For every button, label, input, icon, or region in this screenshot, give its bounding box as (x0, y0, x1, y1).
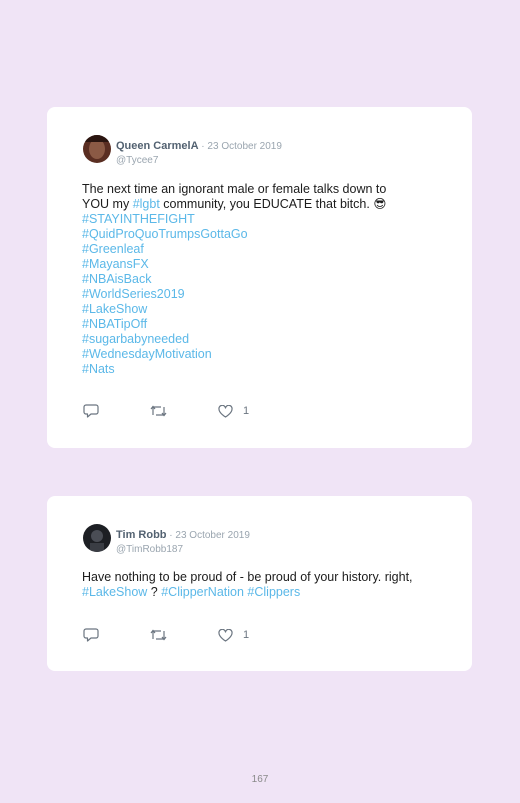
reply-button[interactable] (83, 627, 99, 643)
retweet-button[interactable] (150, 627, 167, 643)
hashtag-link[interactable]: #NBAisBack (82, 272, 432, 287)
text-line: #LakeShow ? #ClipperNation #Clippers (82, 585, 432, 600)
author-name[interactable]: Tim Robb (116, 529, 167, 541)
text-fragment: community, you EDUCATE that bitch. (159, 197, 374, 211)
text-fragment: YOU my (82, 197, 133, 211)
hashtag-link[interactable]: #sugarbabyneeded (82, 332, 432, 347)
retweet-icon (150, 405, 167, 417)
hashtag-link[interactable]: #ClipperNation (161, 585, 244, 599)
hashtag-link[interactable]: #Greenleaf (82, 242, 432, 257)
text-line: The next time an ignorant male or female… (82, 182, 387, 196)
tweet-date: 23 October 2019 (175, 530, 250, 541)
hashtag-link[interactable]: #WorldSeries2019 (82, 287, 432, 302)
author-handle[interactable]: @TimRobb187 (116, 544, 250, 555)
like-count: 1 (243, 629, 250, 641)
author-meta: Tim Robb · 23 October 2019 @TimRobb187 (116, 525, 250, 555)
hashtag-link[interactable]: #LakeShow (82, 302, 432, 317)
hashtag-link[interactable]: #STAYINTHEFIGHT (82, 212, 432, 227)
hashtag-link[interactable]: #QuidProQuoTrumpsGottaGo (82, 227, 432, 242)
reply-button[interactable] (83, 403, 99, 419)
tweet-card: Tim Robb · 23 October 2019 @TimRobb187 H… (47, 496, 472, 671)
avatar[interactable] (83, 135, 111, 163)
text-fragment: ? (147, 585, 162, 599)
tweet-text: The next time an ignorant male or female… (82, 182, 432, 377)
text-line: Have nothing to be proud of - be proud o… (82, 570, 413, 584)
hashtag-link[interactable]: #NBATipOff (82, 317, 432, 332)
like-button[interactable]: 1 (218, 627, 249, 643)
page-number: 167 (251, 774, 269, 785)
tweet-text: Have nothing to be proud of - be proud o… (82, 570, 432, 600)
reply-icon (83, 404, 99, 418)
retweet-button[interactable] (150, 403, 167, 419)
avatar[interactable] (83, 524, 111, 552)
hashtag-link[interactable]: #Clippers (247, 585, 300, 599)
heart-icon (218, 628, 233, 642)
hashtag-link[interactable]: #LakeShow (82, 585, 147, 599)
tweet-actions: 1 (83, 403, 283, 419)
tweet-card: Queen CarmelA · 23 October 2019 @Tycee7 … (47, 107, 472, 448)
retweet-icon (150, 629, 167, 641)
hashtag-link[interactable]: #MayansFX (82, 257, 432, 272)
tweet-date: 23 October 2019 (207, 141, 282, 152)
tweet-actions: 1 (83, 627, 283, 643)
reply-icon (83, 628, 99, 642)
like-button[interactable]: 1 (218, 403, 249, 419)
heart-icon (218, 404, 233, 418)
author-meta: Queen CarmelA · 23 October 2019 @Tycee7 (116, 136, 282, 166)
sunglasses-emoji-icon: 😎 (373, 197, 387, 211)
author-handle[interactable]: @Tycee7 (116, 155, 282, 166)
hashtag-link[interactable]: #WednesdayMotivation (82, 347, 432, 362)
author-name[interactable]: Queen CarmelA (116, 140, 199, 152)
text-line: YOU my #lgbt community, you EDUCATE that… (82, 197, 432, 212)
hashtag-link[interactable]: #Nats (82, 362, 432, 377)
like-count: 1 (243, 405, 250, 417)
hashtag-link[interactable]: #lgbt (133, 197, 160, 211)
